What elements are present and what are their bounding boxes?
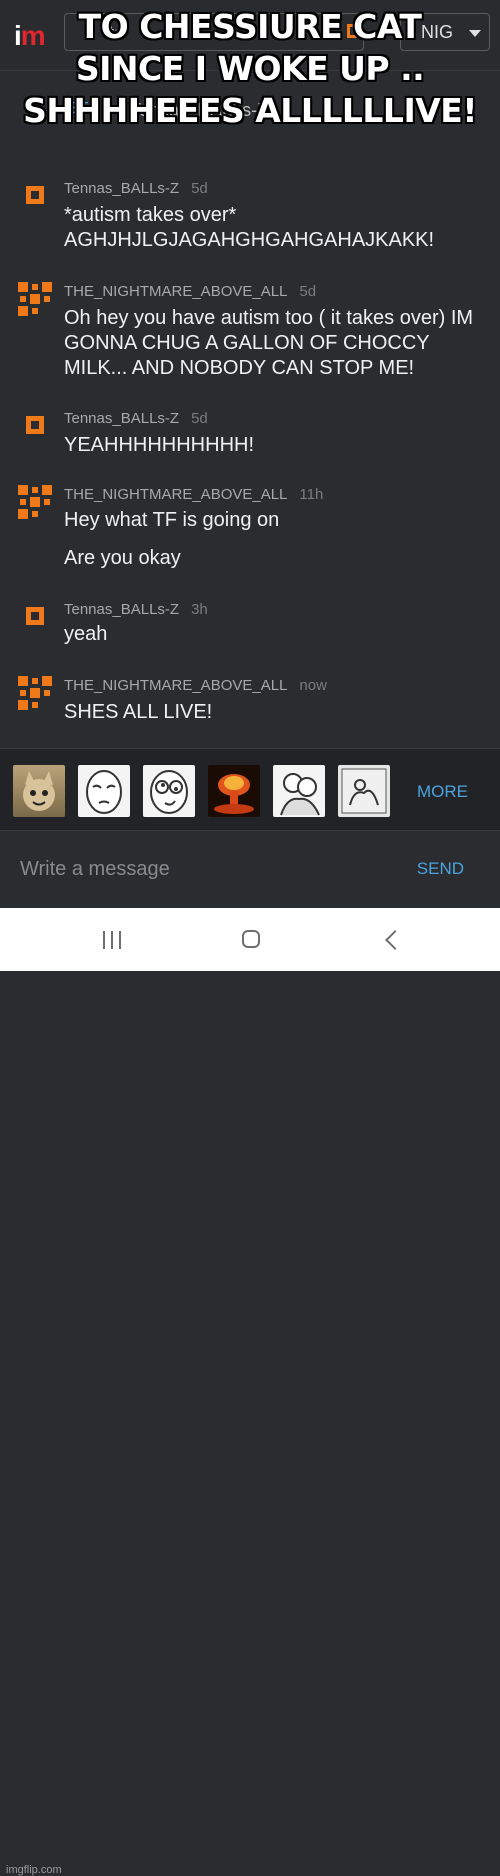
message-timestamp: now <box>299 677 327 694</box>
message-username[interactable]: Tennas_BALLs-Z 5d <box>64 410 208 427</box>
home-icon[interactable] <box>242 930 260 948</box>
caption-line-3: SHHHHEEES ALLLLLLIVE! <box>23 91 477 130</box>
user-avatar-icon[interactable] <box>26 607 44 625</box>
back-icon[interactable] <box>385 930 405 950</box>
message-text: YEAHHHHHHHHHH! <box>64 434 255 456</box>
message-text: SHES ALL LIVE! <box>64 701 213 723</box>
caption-line-2: SINCE I WOKE UP .. <box>75 49 425 88</box>
more-memes-button[interactable]: MORE <box>417 782 468 802</box>
recent-apps-icon[interactable] <box>103 931 123 949</box>
message-text: yeah <box>64 623 108 645</box>
username-text: THE_NIGHTMARE_ABOVE_ALL <box>64 677 288 694</box>
username-text: THE_NIGHTMARE_ABOVE_ALL <box>64 283 288 300</box>
user-avatar-icon[interactable] <box>18 485 52 519</box>
username-text: THE_NIGHTMARE_ABOVE_ALL <box>64 486 288 503</box>
meme-picker-strip: MORE <box>0 748 500 831</box>
message-username[interactable]: Tennas_BALLs-Z 3h <box>64 601 208 618</box>
username-text: Tennas_BALLs-Z <box>64 180 180 197</box>
imgflip-watermark: imgflip.com <box>6 1864 62 1876</box>
message-username[interactable]: THE_NIGHTMARE_ABOVE_ALL 5d <box>64 283 316 300</box>
derp-face-meme-thumbnail[interactable] <box>143 765 195 817</box>
message-text: *autism takes over* AGHJHJLGJAGAHGHGAHGA… <box>64 204 435 251</box>
message-timestamp: 5d <box>299 283 317 300</box>
android-nav-bar: imgflip.com <box>0 908 500 1876</box>
message-text: Hey what TF is going on <box>64 509 280 531</box>
compose-bar: Write a message SEND <box>0 830 500 909</box>
message-username[interactable]: Tennas_BALLs-Z 5d <box>64 180 208 197</box>
user-avatar-icon[interactable] <box>18 282 52 316</box>
okay-face-meme-thumbnail[interactable] <box>78 765 130 817</box>
hug-meme-thumbnail[interactable] <box>273 765 325 817</box>
user-avatar-icon[interactable] <box>26 186 44 204</box>
message-input[interactable]: Write a message <box>20 858 170 881</box>
message-text: Oh hey you have autism too ( it takes ov… <box>64 307 474 379</box>
message-username[interactable]: THE_NIGHTMARE_ABOVE_ALL now <box>64 677 327 694</box>
message-timestamp: 5d <box>191 180 208 197</box>
cat-meme-thumbnail[interactable] <box>13 765 65 817</box>
send-button[interactable]: SEND <box>417 859 464 879</box>
explosion-meme-thumbnail[interactable] <box>208 765 260 817</box>
user-avatar-icon[interactable] <box>18 676 52 710</box>
message-text: Are you okay <box>64 547 181 569</box>
username-text: Tennas_BALLs-Z <box>64 410 180 427</box>
username-text: Tennas_BALLs-Z <box>64 601 180 618</box>
caption-line-1: TO CHESSIURE CAT <box>78 7 422 46</box>
meme-caption: TO CHESSIURE CAT SINCE I WOKE UP .. SHHH… <box>0 6 500 132</box>
message-timestamp: 5d <box>191 410 208 427</box>
message-username[interactable]: THE_NIGHTMARE_ABOVE_ALL 11h <box>64 486 323 503</box>
message-timestamp: 11h <box>299 486 324 503</box>
message-timestamp: 3h <box>191 601 208 618</box>
comic-meme-thumbnail[interactable] <box>338 765 390 817</box>
user-avatar-icon[interactable] <box>26 416 44 434</box>
